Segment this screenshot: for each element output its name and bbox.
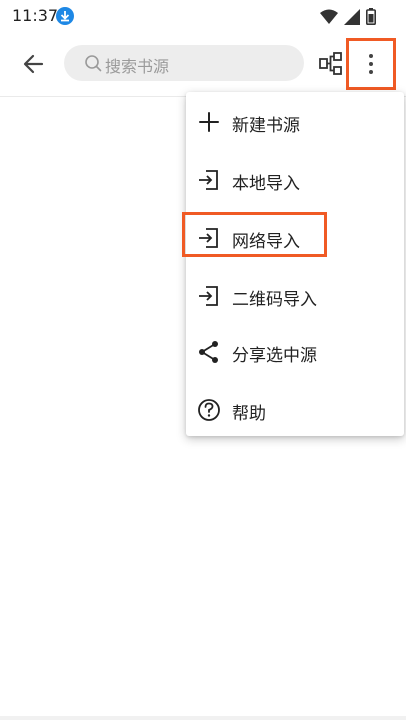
menu-item-qrcode-import[interactable]: 二维码导入 xyxy=(186,270,404,322)
menu-item-label: 分享选中源 xyxy=(232,346,317,366)
back-button[interactable] xyxy=(20,50,48,78)
overflow-menu: 新建书源 本地导入 网络导入 二维码导入 分享选中源 帮助 xyxy=(186,92,404,436)
menu-item-help[interactable]: 帮助 xyxy=(186,384,404,436)
menu-item-label: 本地导入 xyxy=(232,174,300,194)
menu-item-label: 新建书源 xyxy=(232,116,300,136)
menu-item-new-source[interactable]: 新建书源 xyxy=(186,96,404,148)
toolbar: 搜索书源 xyxy=(0,32,406,97)
menu-item-share-selected[interactable]: 分享选中源 xyxy=(186,326,404,378)
more-vertical-icon xyxy=(369,54,373,74)
wifi-icon xyxy=(320,9,338,29)
more-options-button[interactable] xyxy=(346,38,396,90)
search-icon xyxy=(85,55,102,72)
search-input[interactable]: 搜索书源 xyxy=(64,45,304,81)
status-time: 11:37 xyxy=(12,6,59,25)
menu-item-local-import[interactable]: 本地导入 xyxy=(186,154,404,206)
search-placeholder: 搜索书源 xyxy=(105,57,170,76)
import-icon xyxy=(199,170,218,190)
menu-item-label: 帮助 xyxy=(232,404,266,424)
battery-icon xyxy=(366,8,376,29)
arrow-left-icon xyxy=(23,54,44,74)
group-button[interactable] xyxy=(318,50,344,78)
bottom-edge xyxy=(0,716,406,720)
download-icon xyxy=(56,7,74,25)
import-icon xyxy=(199,286,218,306)
group-icon xyxy=(319,52,342,75)
highlight-frame xyxy=(182,212,327,257)
status-bar: 11:37 xyxy=(0,0,406,32)
help-icon xyxy=(198,399,220,421)
menu-item-label: 二维码导入 xyxy=(232,290,317,310)
share-icon xyxy=(199,341,218,363)
signal-icon xyxy=(344,8,360,29)
plus-icon xyxy=(199,112,219,132)
